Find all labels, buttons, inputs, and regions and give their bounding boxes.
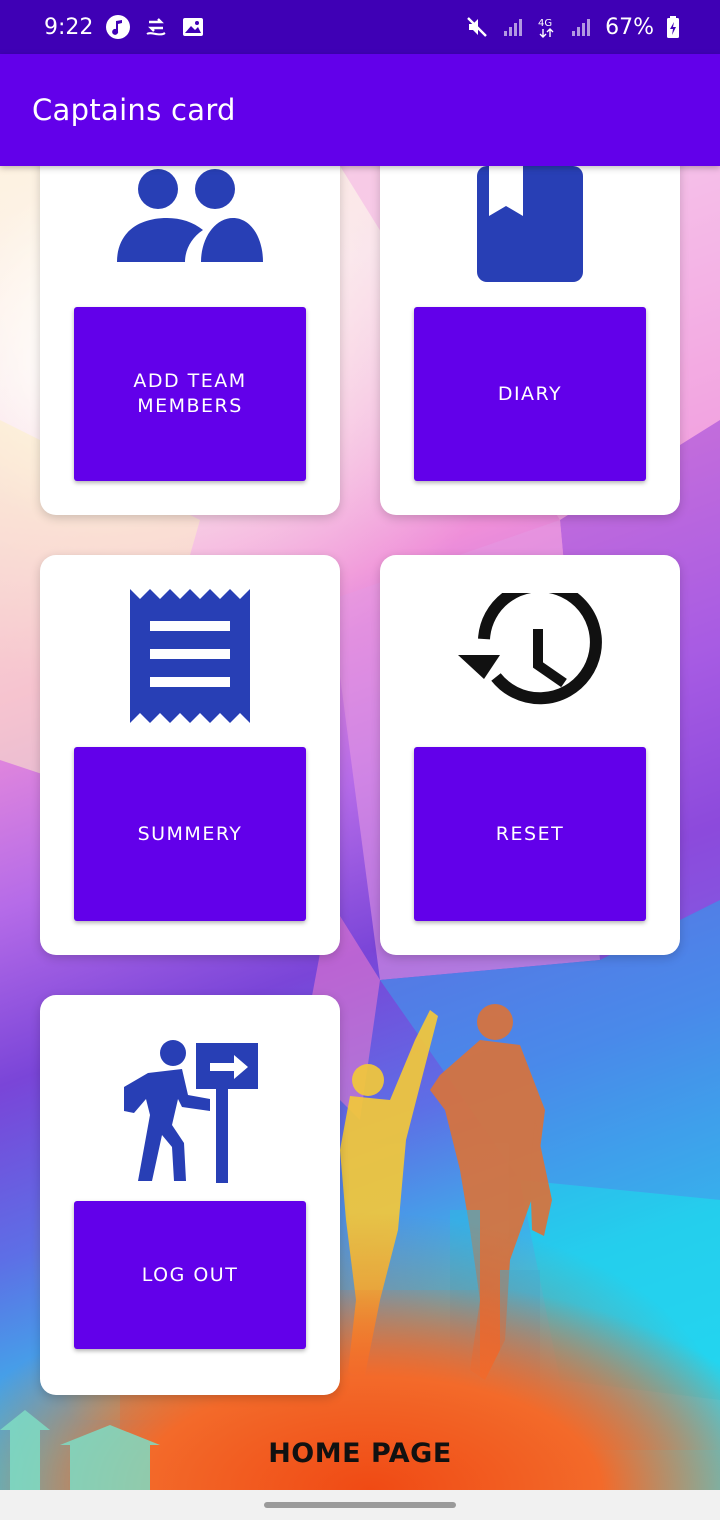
card-add-team-members: ADD TEAM MEMBERS (40, 126, 340, 515)
status-time: 9:22 (44, 14, 94, 40)
add-team-members-button[interactable]: ADD TEAM MEMBERS (74, 307, 306, 481)
navigation-bar (0, 1490, 720, 1520)
summery-button[interactable]: SUMMERY (74, 747, 306, 921)
svg-text:4G: 4G (538, 18, 552, 29)
4g-icon: 4G (537, 15, 557, 39)
card-diary: DIARY (380, 126, 680, 515)
history-icon (380, 593, 680, 717)
diary-button[interactable]: DIARY (414, 307, 646, 481)
card-reset: RESET (380, 555, 680, 955)
signal-icon-2 (569, 15, 593, 39)
gallery-icon (181, 15, 205, 39)
signal-icon (501, 15, 525, 39)
card-log-out: LOG OUT (40, 995, 340, 1395)
reset-button[interactable]: RESET (414, 747, 646, 921)
battery-icon (666, 15, 680, 39)
mute-icon (465, 15, 489, 39)
status-bar: 9:22 4G 67% (0, 0, 720, 54)
gesture-handle[interactable] (264, 1502, 456, 1508)
app-title: Captains card (32, 93, 236, 127)
app-bar: Captains card (0, 54, 720, 166)
battery-percent: 67% (605, 14, 654, 40)
receipt-icon (40, 589, 340, 723)
book-icon (380, 166, 680, 282)
home-page-label: HOME PAGE (268, 1438, 452, 1469)
log-out-button[interactable]: LOG OUT (74, 1201, 306, 1349)
data-transfer-icon (143, 14, 169, 40)
music-note-icon (105, 14, 131, 40)
card-summery: SUMMERY (40, 555, 340, 955)
group-icon (40, 156, 340, 266)
exit-signpost-icon (40, 1039, 340, 1183)
